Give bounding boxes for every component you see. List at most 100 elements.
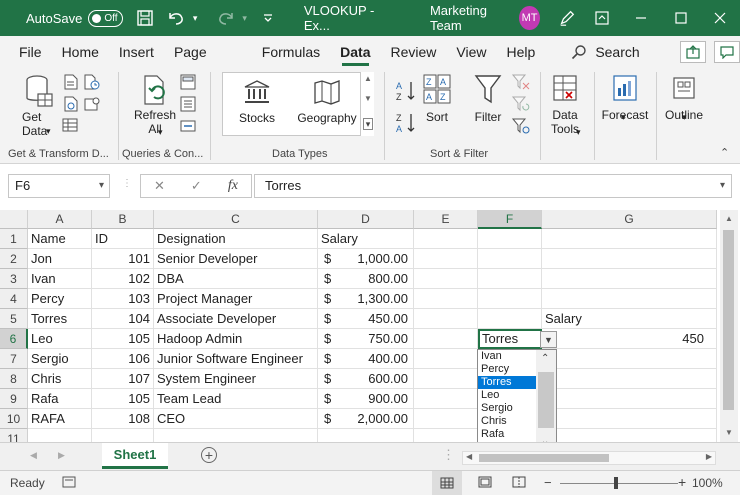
- row-header[interactable]: 5: [0, 309, 28, 329]
- cell-empty[interactable]: [414, 429, 478, 442]
- cell-empty[interactable]: [542, 269, 717, 289]
- sheet-tab-sheet1[interactable]: Sheet1: [102, 443, 168, 469]
- row-header[interactable]: 6: [0, 329, 28, 349]
- cell-id[interactable]: 102: [92, 269, 154, 289]
- tab-insert[interactable]: Insert: [109, 36, 164, 68]
- cell-designation[interactable]: Senior Developer: [154, 249, 318, 269]
- existing-connections-icon[interactable]: [84, 96, 100, 115]
- cell-empty[interactable]: [542, 229, 717, 249]
- add-sheet-button[interactable]: +: [201, 447, 217, 463]
- cell-name[interactable]: Ivan: [28, 269, 92, 289]
- cell-id[interactable]: 105: [92, 389, 154, 409]
- gallery-scroll[interactable]: ▲ ▼ ▾: [360, 72, 374, 136]
- cell-id[interactable]: ID: [92, 229, 154, 249]
- cell-designation[interactable]: System Engineer: [154, 369, 318, 389]
- name-box-dropdown-icon[interactable]: ▾: [99, 175, 104, 197]
- cell-empty[interactable]: [414, 329, 478, 349]
- cell-salary[interactable]: [318, 429, 414, 442]
- minimize-icon[interactable]: [621, 0, 661, 36]
- cell-empty[interactable]: [414, 369, 478, 389]
- tab-review[interactable]: Review: [381, 36, 447, 68]
- cell-designation[interactable]: DBA: [154, 269, 318, 289]
- cell-id[interactable]: 108: [92, 409, 154, 429]
- dropdown-option[interactable]: Rafa: [478, 428, 536, 441]
- next-sheet-icon[interactable]: ▶: [58, 450, 65, 461]
- cell-id[interactable]: 101: [92, 249, 154, 269]
- cell-name[interactable]: Torres: [28, 309, 92, 329]
- from-text-icon[interactable]: [64, 74, 78, 93]
- enter-icon[interactable]: ✓: [191, 178, 202, 194]
- autosave-toggle[interactable]: Off: [88, 9, 124, 27]
- column-header-d[interactable]: D: [318, 210, 414, 229]
- tab-view[interactable]: View: [446, 36, 496, 68]
- cell-id[interactable]: 106: [92, 349, 154, 369]
- cell-empty[interactable]: [414, 269, 478, 289]
- cell-salary[interactable]: $2,000.00: [318, 409, 414, 429]
- from-web-icon[interactable]: [64, 96, 78, 115]
- zoom-in-icon[interactable]: +: [678, 474, 686, 490]
- cell-designation[interactable]: Hadoop Admin: [154, 329, 318, 349]
- cell-salary[interactable]: $400.00: [318, 349, 414, 369]
- get-data-dropdown-icon[interactable]: ▾: [46, 126, 51, 137]
- name-box[interactable]: F6 ▾: [8, 174, 110, 198]
- undo-icon[interactable]: [167, 9, 185, 27]
- row-header[interactable]: 7: [0, 349, 28, 369]
- cell-designation[interactable]: CEO: [154, 409, 318, 429]
- zoom-slider[interactable]: [560, 483, 678, 484]
- pen-icon[interactable]: [558, 9, 576, 27]
- dropdown-option[interactable]: Torres: [478, 376, 536, 389]
- edit-links-icon[interactable]: [180, 118, 196, 137]
- cell-salary-header[interactable]: Salary: [542, 309, 717, 329]
- vertical-scroll-thumb[interactable]: [723, 230, 734, 410]
- dropdown-option[interactable]: Sergio: [478, 402, 536, 415]
- dropdown-scroll-up-icon[interactable]: ⌃: [541, 353, 549, 364]
- tab-file[interactable]: File: [9, 36, 52, 68]
- horizontal-scroll-thumb[interactable]: [479, 454, 609, 462]
- cell-empty[interactable]: [414, 249, 478, 269]
- queries-connections-icon[interactable]: [180, 74, 196, 93]
- cell-designation[interactable]: Associate Developer: [154, 309, 318, 329]
- cell-empty[interactable]: [542, 249, 717, 269]
- tab-help[interactable]: Help: [497, 36, 546, 68]
- dropdown-option[interactable]: Chris: [478, 415, 536, 428]
- cell-id[interactable]: 103: [92, 289, 154, 309]
- cell-empty[interactable]: [542, 389, 717, 409]
- cell-empty[interactable]: [542, 369, 717, 389]
- vertical-scrollbar[interactable]: ▲ ▼: [720, 210, 738, 442]
- cell-lookup[interactable]: [478, 289, 542, 309]
- row-header[interactable]: 8: [0, 369, 28, 389]
- page-layout-view-icon[interactable]: [478, 476, 492, 491]
- stocks-button[interactable]: Stocks: [235, 79, 279, 125]
- dropdown-option[interactable]: Ivan: [478, 350, 536, 363]
- expand-formula-icon[interactable]: ▾: [720, 175, 725, 197]
- page-break-view-icon[interactable]: [512, 476, 526, 491]
- cell-salary[interactable]: Salary: [318, 229, 414, 249]
- filter-button[interactable]: Filter: [472, 74, 504, 124]
- refresh-dropdown-icon[interactable]: ▾: [158, 127, 163, 138]
- column-header-f[interactable]: F: [478, 210, 542, 229]
- row-header[interactable]: 3: [0, 269, 28, 289]
- clear-filter-icon[interactable]: [511, 74, 530, 93]
- cell-id[interactable]: 104: [92, 309, 154, 329]
- validation-dropdown-button[interactable]: ▼: [540, 331, 557, 348]
- cell-empty[interactable]: [542, 349, 717, 369]
- cell-empty[interactable]: [414, 409, 478, 429]
- forecast-dropdown-icon[interactable]: ▾: [621, 112, 626, 123]
- cell-name[interactable]: RAFA: [28, 409, 92, 429]
- cell-lookup[interactable]: [478, 309, 542, 329]
- cell-salary[interactable]: $750.00: [318, 329, 414, 349]
- tab-page-layout[interactable]: Page Layout: [164, 36, 252, 92]
- cell-lookup[interactable]: [478, 229, 542, 249]
- column-header-g[interactable]: G: [542, 210, 717, 229]
- dropdown-option[interactable]: Leo: [478, 389, 536, 402]
- cell-empty[interactable]: [542, 429, 717, 442]
- horizontal-scrollbar[interactable]: ◀ ▶: [462, 451, 716, 465]
- cell-name[interactable]: Sergio: [28, 349, 92, 369]
- advanced-filter-icon[interactable]: [511, 118, 530, 137]
- save-icon[interactable]: [137, 9, 154, 27]
- cell-empty[interactable]: [414, 349, 478, 369]
- comments-button[interactable]: [713, 41, 740, 63]
- cell-designation[interactable]: Junior Software Engineer: [154, 349, 318, 369]
- data-tools-dropdown-icon[interactable]: ▾: [576, 127, 581, 138]
- dropdown-scroll-thumb[interactable]: [538, 372, 554, 428]
